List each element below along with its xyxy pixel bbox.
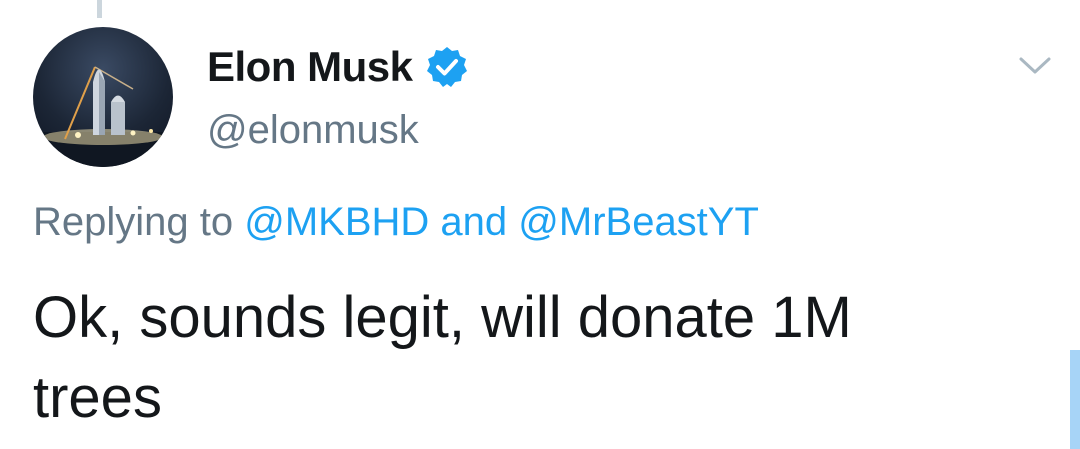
scroll-indicator — [1070, 350, 1080, 449]
thread-connector-line — [97, 0, 102, 18]
author-handle[interactable]: @elonmusk — [207, 108, 419, 153]
mention-link-mrbeastyt[interactable]: @MrBeastYT — [518, 200, 759, 244]
author-name-row[interactable]: Elon Musk — [207, 42, 469, 92]
chevron-down-icon[interactable] — [1015, 50, 1055, 80]
verified-badge-icon — [425, 45, 469, 89]
tweet-text: Ok, sounds legit, will donate 1M trees — [33, 285, 852, 430]
reply-conjunction: and — [429, 200, 519, 244]
author-display-name[interactable]: Elon Musk — [207, 43, 413, 91]
replying-to-label: Replying to — [33, 200, 245, 244]
avatar[interactable] — [33, 27, 173, 167]
mention-link-mkbhd[interactable]: @MKBHD — [244, 200, 429, 244]
starship-avatar-icon — [33, 66, 173, 167]
replying-to-line: Replying to @MKBHD and @MrBeastYT — [33, 200, 759, 245]
tweet-card: Elon Musk @elonmusk Replying to @MKBHD a… — [0, 0, 1080, 449]
